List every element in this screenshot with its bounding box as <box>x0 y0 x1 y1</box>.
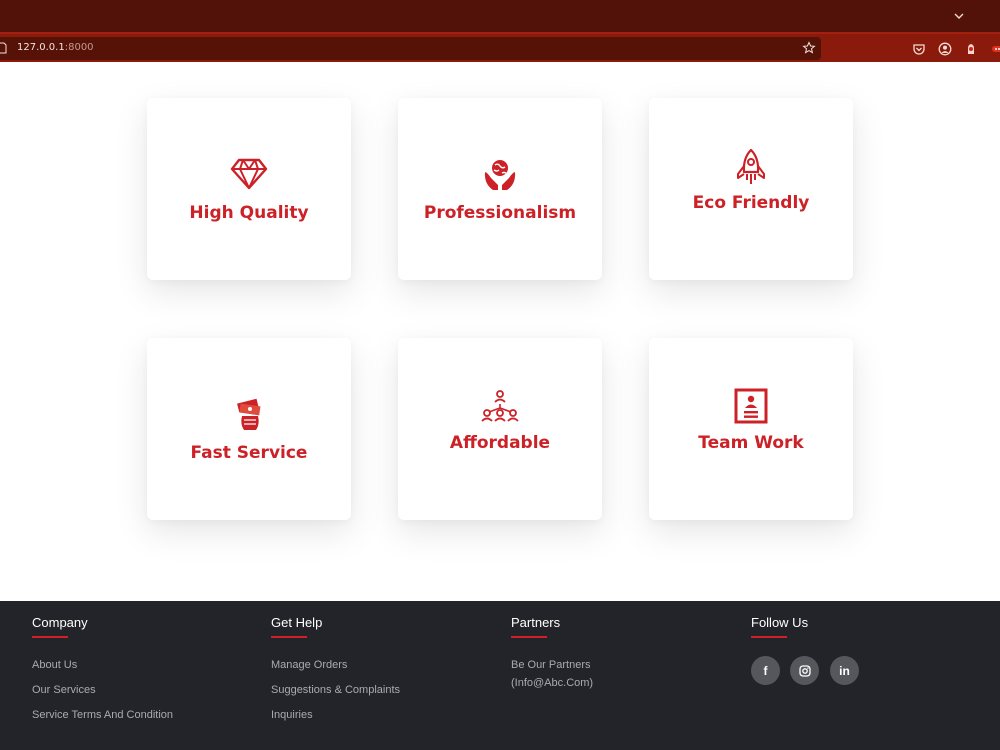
footer-link-inquiries[interactable]: Inquiries <box>271 709 313 721</box>
feature-title: Affordable <box>449 433 551 453</box>
heading-underline <box>751 636 787 638</box>
footer-partner-email[interactable]: (Info@Abc.Com) <box>511 677 593 689</box>
feature-card-high-quality: High Quality <box>147 98 351 280</box>
heading-underline <box>32 636 68 638</box>
heading-underline <box>271 636 307 638</box>
star-icon[interactable] <box>802 41 816 55</box>
footer-link-suggestions[interactable]: Suggestions & Complaints <box>271 684 400 696</box>
footer-link-our-services[interactable]: Our Services <box>32 684 96 696</box>
heading-underline <box>511 636 547 638</box>
diamond-icon <box>147 158 351 190</box>
footer-heading-follow-us: Follow Us <box>751 615 809 630</box>
footer-link-about-us[interactable]: About Us <box>32 659 77 671</box>
hands-globe-icon <box>398 158 602 194</box>
footer-link-service-terms[interactable]: Service Terms And Condition <box>32 709 173 721</box>
chevron-down-icon[interactable] <box>952 9 966 23</box>
feature-card-affordable: Affordable <box>398 338 602 520</box>
instagram-icon[interactable] <box>790 656 819 685</box>
linkedin-icon[interactable]: in <box>830 656 859 685</box>
feature-title: Team Work <box>698 433 804 453</box>
feature-title: High Quality <box>189 203 309 223</box>
facebook-icon[interactable]: f <box>751 656 780 685</box>
feature-title: Fast Service <box>190 443 308 463</box>
feature-card-eco-friendly: Eco Friendly <box>649 98 853 280</box>
pocket-icon[interactable] <box>912 41 926 55</box>
site-footer: Company About Us Our Services Service Te… <box>0 601 1000 750</box>
feature-card-professionalism: Professionalism <box>398 98 602 280</box>
footer-heading-get-help: Get Help <box>271 615 323 630</box>
feature-card-team-work: Team Work <box>649 338 853 520</box>
account-icon[interactable] <box>938 41 952 56</box>
extension-icon[interactable] <box>964 41 978 55</box>
footer-link-manage-orders[interactable]: Manage Orders <box>271 659 347 671</box>
rocket-icon <box>649 148 853 186</box>
extension-overflow-icon[interactable] <box>990 41 1000 55</box>
url-text: 127.0.0.1:8000 <box>17 42 94 53</box>
money-hand-icon <box>147 398 351 432</box>
feature-card-fast-service: Fast Service <box>147 338 351 520</box>
id-card-icon <box>649 388 853 424</box>
browser-toolbar: 127.0.0.1:8000 <box>0 32 1000 62</box>
browser-tab-strip <box>0 0 1000 32</box>
address-bar[interactable]: 127.0.0.1:8000 <box>0 37 821 60</box>
feature-title: Eco Friendly <box>692 193 810 213</box>
footer-heading-partners: Partners <box>511 615 561 630</box>
footer-link-be-our-partners[interactable]: Be Our Partners <box>511 659 590 671</box>
page-icon <box>0 42 7 54</box>
network-people-icon <box>398 388 602 424</box>
footer-heading-company: Company <box>32 615 88 630</box>
feature-title: Professionalism <box>423 203 577 223</box>
